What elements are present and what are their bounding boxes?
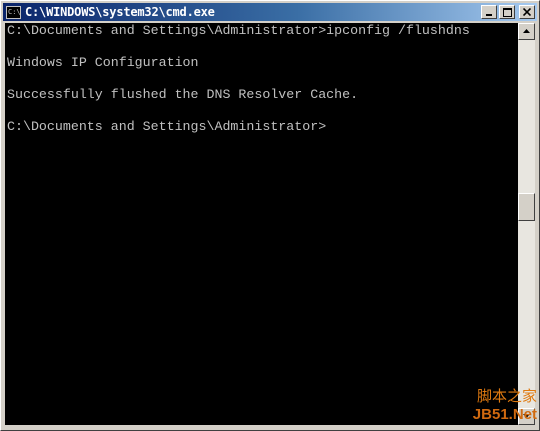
close-button[interactable] xyxy=(519,5,535,19)
scroll-up-button[interactable] xyxy=(518,23,535,40)
console-line: Windows IP Configuration xyxy=(7,55,199,70)
arrow-up-icon xyxy=(523,29,530,33)
cmd-app-icon[interactable]: C:\ xyxy=(6,5,21,19)
title-buttons xyxy=(481,5,535,19)
watermark: 脚本之家 JB51.Net xyxy=(451,387,537,429)
close-icon xyxy=(523,8,531,16)
maximize-icon xyxy=(502,7,512,17)
maximize-button[interactable] xyxy=(499,5,515,19)
watermark-bottom-text: JB51.Net xyxy=(472,406,537,423)
console-line: C:\Documents and Settings\Administrator>… xyxy=(7,23,470,38)
console-output[interactable]: C:\Documents and Settings\Administrator>… xyxy=(5,23,518,425)
scrollbar-thumb[interactable] xyxy=(518,193,535,221)
console-prompt: C:\Documents and Settings\Administrator> xyxy=(7,119,327,134)
watermark-top-text: 脚本之家 xyxy=(476,387,537,405)
vertical-scrollbar[interactable] xyxy=(518,23,535,425)
minimize-icon xyxy=(486,14,492,16)
window-title: C:\WINDOWS\system32\cmd.exe xyxy=(25,5,215,19)
cmd-window: C:\ C:\WINDOWS\system32\cmd.exe C:\Docum… xyxy=(0,0,540,431)
console-line: Successfully flushed the DNS Resolver Ca… xyxy=(7,87,359,102)
title-bar[interactable]: C:\ C:\WINDOWS\system32\cmd.exe xyxy=(3,3,537,21)
minimize-button[interactable] xyxy=(481,5,497,19)
